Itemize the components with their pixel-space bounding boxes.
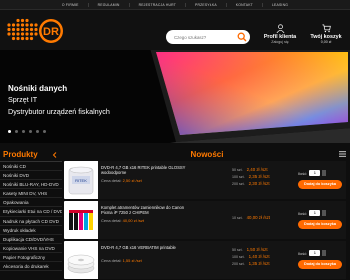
chevron-left-icon[interactable] [52,152,58,158]
quantity-input[interactable]: 1 [309,250,321,256]
carousel-dot[interactable] [36,130,39,133]
product-row: Komplet atramentów zamiennikow do Canon … [64,201,346,239]
quantity-stepper[interactable] [322,250,327,256]
new-products: Nowości RITEK DVD-R 4,7 GB x16 RITEK pri… [64,145,350,280]
category-item[interactable]: Nośniki BLU-RAY, HD-DVD [0,180,62,190]
dvd-spindle-image[interactable]: RITEK [66,164,96,196]
grid-view-icon[interactable] [339,151,346,157]
price-tier: 200 szt. 2,30 zł /szt [232,181,270,186]
category-item[interactable]: Nośniki DVD [0,171,62,181]
category-item[interactable]: Papier Fotograficzny [0,253,62,263]
product-row: DVD-R 4,7 GB x16 VERBATIM printable Cena… [64,241,346,279]
nav-kontakt[interactable]: KONTAKT [225,2,262,7]
ink-cartridges-image[interactable] [66,204,96,236]
cart-total: 0,00 zł [320,40,332,44]
search-bar [166,30,250,44]
account-link[interactable]: Profil klienta Zaloguj się [258,24,302,44]
category-item[interactable]: Nadruk na płytach CD DVD [0,217,62,226]
retail-price: Cena detal: 40,00 zł /szt [101,218,144,223]
carousel-dots [8,130,46,133]
nav-regulamin[interactable]: REGULAMIN [87,2,129,7]
product-row: RITEK DVD-R 4,7 GB x16 RITEK printable G… [64,161,346,199]
price-tiers: 50 szt. 2,40 zł /szt 100 szt. 2,35 zł /szt… [232,166,270,187]
dvd-discs-image[interactable] [66,244,96,276]
category-item[interactable]: Nośniki CD [0,162,62,172]
category-item[interactable]: Kasety MINI DV, VHS [0,189,62,199]
retail-price: Cena detal: 1,55 zł /szt [101,258,142,263]
logo[interactable]: DR [6,16,70,46]
quantity-control: Ilość: 1 [298,250,327,256]
hero-subtitle-2: Dystrybutor urządzeń fiskalnych [8,107,110,116]
login-link[interactable]: Zaloguj się [258,40,302,44]
svg-text:RITEK: RITEK [75,178,87,183]
section-title: Nowości [190,150,224,159]
add-to-cart-button[interactable]: Dodaj do koszyka [298,220,342,229]
price-tier: 10 szt. 40,00 zł /szt [232,215,271,220]
price-tier: 200 szt. 1,35 zł /szt [232,261,270,266]
product-name[interactable]: Komplet atramentów zamiennikow do Canon … [101,205,193,215]
carousel-dot[interactable] [15,130,18,133]
price-tier: 50 szt. 1,50 zł /szt [232,247,268,252]
quantity-stepper[interactable] [322,210,327,216]
category-item[interactable]: Kopiowanie VHS na DVD [0,244,62,253]
category-item[interactable]: Etykieciarki Etui na CD / DVD [0,207,62,217]
user-icon [276,24,284,33]
add-to-cart-button[interactable]: Dodaj do koszyka [298,180,342,189]
search-icon[interactable] [237,32,247,42]
price-tier: 100 szt. 2,35 zł /szt [232,174,270,179]
header: DR Profil klienta Zaloguj się Twój koszy… [0,10,350,50]
nav-rejestracja-hurt[interactable]: REJESTRACJA HURT [128,2,185,7]
quantity-input[interactable]: 1 [309,210,321,216]
search-input[interactable] [166,34,232,40]
hero-title: Nośniki danych [8,84,68,93]
product-name[interactable]: DVD-R 4,7 GB x16 RITEK printable GLOSSY … [101,165,193,175]
top-navigation: O FIRMIE REGULAMIN REJESTRACJA HURT PRZE… [0,0,350,10]
quantity-input[interactable]: 1 [309,170,321,176]
add-to-cart-button[interactable]: Dodaj do koszyka [298,260,342,269]
retail-price: Cena detal: 2,50 zł /szt [101,178,142,183]
nav-o-firmie[interactable]: O FIRMIE [53,3,88,7]
product-categories: Produkty Nośniki CD Nośniki DVD Nośniki … [0,145,62,280]
category-item[interactable]: Opakowania [0,198,62,208]
carousel-dot[interactable] [43,130,46,133]
price-tiers: 10 szt. 40,00 zł /szt [232,214,270,221]
hero-subtitle-1: Sprzęt IT [8,95,38,104]
category-item[interactable]: Akcesoria do drukarek [0,262,62,272]
price-tier: 50 szt. 2,40 zł /szt [232,167,268,172]
category-item[interactable]: Wydruk okładek [0,226,62,235]
quantity-stepper[interactable] [322,170,327,176]
laptop-image [0,50,350,143]
price-tiers: 50 szt. 1,50 zł /szt 100 szt. 1,40 zł /szt… [232,246,270,267]
carousel-dot[interactable] [8,130,11,133]
product-name[interactable]: DVD-R 4,7 GB x16 VERBATIM printable [101,245,193,250]
category-item[interactable]: Duplikacja CD/DVD/VHS [0,235,62,244]
nav-leasing[interactable]: LEASING [261,2,297,7]
cart-icon [321,24,331,33]
carousel-dot[interactable] [29,130,32,133]
nav-przesylka[interactable]: PRZESYŁKA [185,2,226,7]
hero-banner[interactable]: Nośniki danych Sprzęt IT Dystrybutor urz… [0,50,350,143]
quantity-control: Ilość: 1 [298,210,327,216]
carousel-dot[interactable] [22,130,25,133]
price-tier: 100 szt. 1,40 zł /szt [232,254,270,259]
cart-link[interactable]: Twój koszyk 0,00 zł [304,24,348,44]
logo-text: DR [43,26,59,38]
quantity-control: Ilość: 1 [298,170,327,176]
